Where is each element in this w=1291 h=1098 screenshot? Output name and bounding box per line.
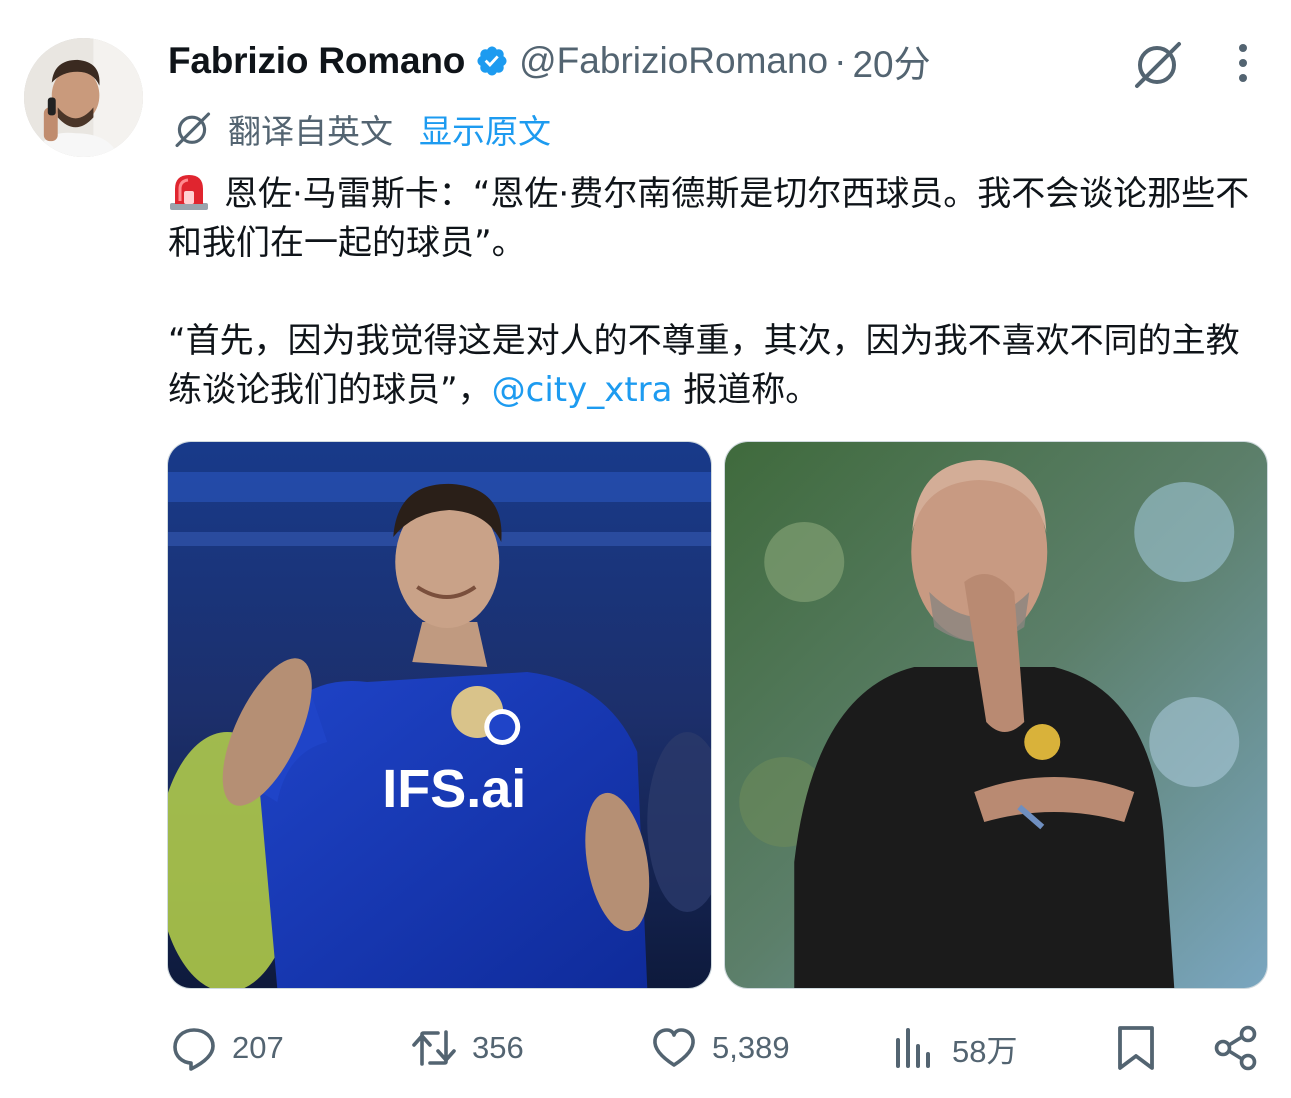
post-timestamp[interactable]: 20分 <box>852 34 930 88</box>
post-paragraph-1: 恩佐·马雷斯卡：“恩佐·费尔南德斯是切尔西球员。我不会谈论那些不和我们在一起的球… <box>168 170 1273 268</box>
post-header: Fabrizio Romano @FabrizioRomano · 20分 <box>168 36 931 86</box>
repost-button[interactable]: 356 <box>410 1018 524 1078</box>
post-paragraph-1-text: 恩佐·马雷斯卡：“恩佐·费尔南德斯是切尔西球员。我不会谈论那些不和我们在一起的球… <box>168 174 1250 263</box>
avatar-image <box>24 38 143 157</box>
author-name[interactable]: Fabrizio Romano <box>168 40 465 82</box>
grok-translate-icon <box>175 112 211 148</box>
views-count: 58万 <box>952 1033 1018 1069</box>
author-handle[interactable]: @FabrizioRomano <box>519 40 828 82</box>
show-original-link[interactable]: 显示原文 <box>419 105 551 153</box>
post-action-bar: 207 356 5,389 58万 <box>0 1018 1291 1078</box>
verified-badge-icon <box>477 46 507 76</box>
share-icon <box>1214 1025 1257 1071</box>
siren-emoji-icon <box>170 175 208 210</box>
share-button[interactable] <box>1212 1018 1260 1078</box>
post-text: 恩佐·马雷斯卡：“恩佐·费尔南德斯是切尔西球员。我不会谈论那些不和我们在一起的球… <box>168 170 1273 415</box>
separator-dot: · <box>834 40 847 81</box>
reply-button[interactable]: 207 <box>170 1018 284 1078</box>
translation-notice: 翻译自英文 显示原文 <box>170 104 551 154</box>
media-image-1[interactable]: IFS.ai <box>167 441 712 989</box>
post-paragraph-2: “首先，因为我觉得这是对人的不尊重，其次，因为我不喜欢不同的主教练谈论我们的球员… <box>168 317 1273 415</box>
bookmark-icon <box>1118 1026 1154 1070</box>
author-avatar[interactable] <box>24 38 143 157</box>
translated-from-label: 翻译自英文 <box>228 112 393 151</box>
post-media: IFS.ai <box>167 441 1268 989</box>
reply-icon <box>173 1028 215 1071</box>
like-count: 5,389 <box>712 1030 790 1065</box>
views-button[interactable]: 58万 <box>890 1018 1017 1078</box>
chelsea-player-photo: IFS.ai <box>168 442 711 988</box>
repost-icon <box>412 1030 456 1066</box>
reply-count: 207 <box>232 1030 284 1065</box>
media-image-2[interactable] <box>723 441 1268 989</box>
mention-link[interactable]: @city_xtra <box>492 370 673 410</box>
repost-count: 356 <box>472 1030 524 1065</box>
heart-icon <box>653 1028 695 1067</box>
grok-icon[interactable] <box>1129 36 1185 92</box>
like-button[interactable]: 5,389 <box>650 1018 790 1078</box>
svg-text:IFS.ai: IFS.ai <box>382 759 526 819</box>
manager-photo <box>724 442 1267 988</box>
views-chart-icon <box>896 1028 930 1068</box>
more-options-icon[interactable] <box>1228 40 1258 86</box>
bookmark-button[interactable] <box>1112 1018 1160 1078</box>
post-paragraph-2-tail: 报道称。 <box>672 370 820 410</box>
